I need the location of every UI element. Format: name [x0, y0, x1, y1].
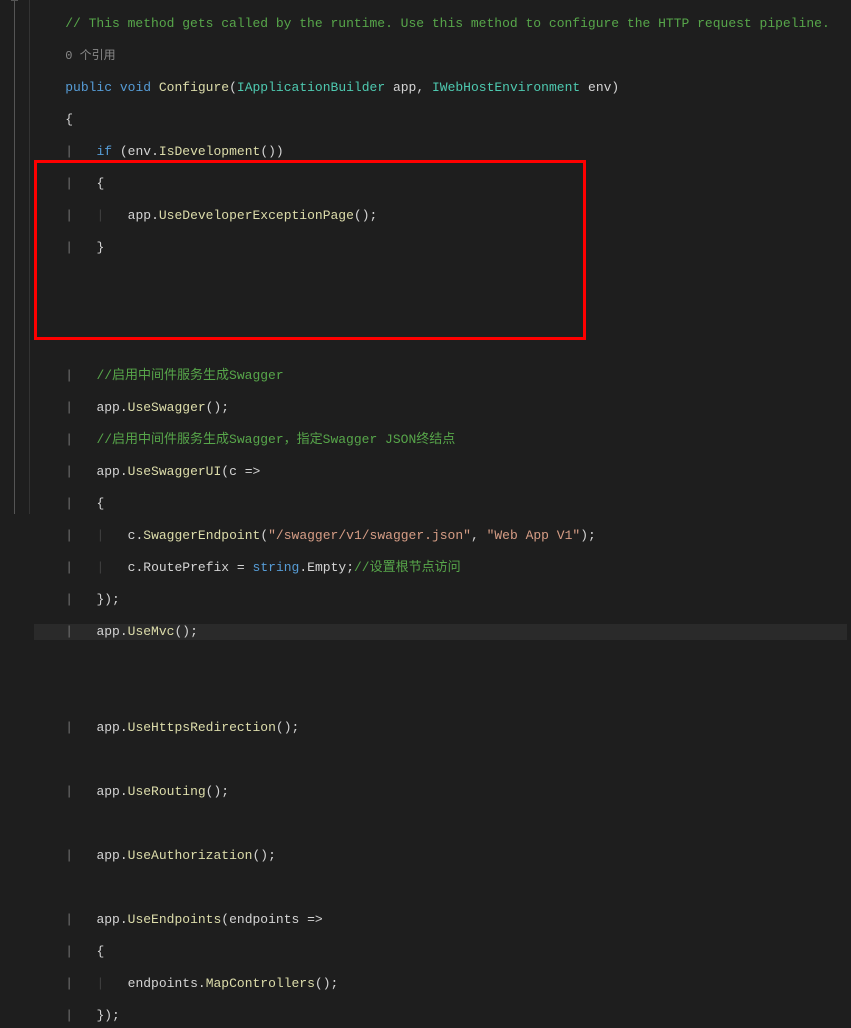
method-configure: Configure [159, 80, 229, 95]
comment-swagger2: //启用中间件服务生成Swagger，指定Swagger JSON终结点 [96, 432, 455, 447]
ident-app8: app [96, 912, 119, 927]
type-iwebhostenv: IWebHostEnvironment [432, 80, 580, 95]
method-usehttpsredir: UseHttpsRedirection [128, 720, 276, 735]
string-webapp: "Web App V1" [487, 528, 581, 543]
method-mapcontrollers: MapControllers [206, 976, 315, 991]
kw-string: string [253, 560, 300, 575]
code-editor[interactable]: // This method gets called by the runtim… [0, 0, 851, 514]
kw-void: void [120, 80, 151, 95]
comment-swagger1: //启用中间件服务生成Swagger [96, 368, 283, 383]
lambda-c: c [229, 464, 237, 479]
method-isdev: IsDevelopment [159, 144, 260, 159]
ident-app5: app [96, 720, 119, 735]
ident-app: app [128, 208, 151, 223]
ident-app7: app [96, 848, 119, 863]
method-useendpoints: UseEndpoints [128, 912, 222, 927]
ident-c1: c [128, 528, 136, 543]
comment-header: // This method gets called by the runtim… [65, 16, 830, 31]
lambda-endpoints: endpoints [229, 912, 299, 927]
ident-app6: app [96, 784, 119, 799]
kw-if: if [96, 144, 112, 159]
prop-routeprefix: RoutePrefix [143, 560, 229, 575]
kw-public: public [65, 80, 112, 95]
ident-app2: app [96, 400, 119, 415]
codelens-refs[interactable]: 0 个引用 [65, 49, 115, 63]
method-swaggerendpoint: SwaggerEndpoint [143, 528, 260, 543]
prop-empty: Empty [307, 560, 346, 575]
gutter [0, 0, 30, 514]
method-useauth: UseAuthorization [128, 848, 253, 863]
method-userouting: UseRouting [128, 784, 206, 799]
method-useswaggerui: UseSwaggerUI [128, 464, 222, 479]
ident-endpoints: endpoints [128, 976, 198, 991]
ident-c2: c [128, 560, 136, 575]
method-usemvc: UseMvc [128, 624, 175, 639]
ident-app4: app [96, 624, 119, 639]
param-env: env [588, 80, 611, 95]
type-iappbuilder: IApplicationBuilder [237, 80, 385, 95]
string-swagger-path: "/swagger/v1/swagger.json" [268, 528, 471, 543]
comment-route: //设置根节点访问 [354, 560, 461, 575]
code-area[interactable]: // This method gets called by the runtim… [30, 0, 851, 514]
method-usedevexc: UseDeveloperExceptionPage [159, 208, 354, 223]
method-useswagger: UseSwagger [128, 400, 206, 415]
ident-app3: app [96, 464, 119, 479]
param-app: app [393, 80, 416, 95]
ident-env: env [128, 144, 151, 159]
